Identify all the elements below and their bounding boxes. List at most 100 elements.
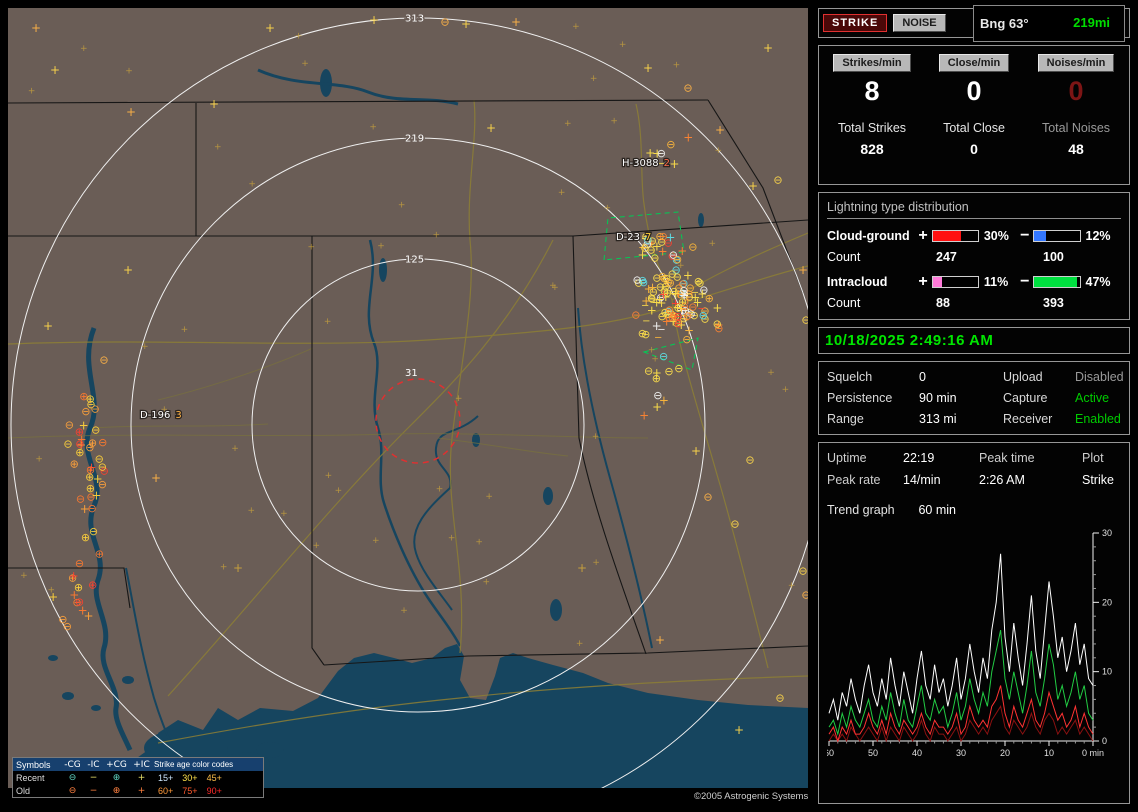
svg-text:⊖: ⊖ (683, 82, 692, 95)
svg-text:⊕: ⊕ (74, 581, 83, 594)
svg-text:+: + (651, 355, 659, 365)
strikes-per-min-value: 8 (864, 76, 880, 106)
svg-text:⊖: ⊖ (798, 565, 807, 578)
age-30: 30+ (182, 772, 198, 783)
svg-text:+: + (486, 121, 496, 135)
svg-text:⊖: ⊖ (63, 620, 72, 633)
svg-text:⊕: ⊕ (705, 292, 714, 305)
svg-text:+: + (324, 317, 332, 327)
svg-text:+: + (231, 444, 239, 454)
total-noises-value: 48 (1068, 141, 1084, 157)
svg-text:⊖: ⊖ (688, 241, 697, 254)
strikes-per-min-chip[interactable]: Strikes/min (833, 54, 911, 72)
ic-neg-count: 393 (1043, 296, 1064, 310)
svg-text:+: + (683, 131, 693, 145)
svg-text:10: 10 (1044, 748, 1054, 758)
map-panel[interactable]: 313 219 125 31 ⊖ + + ⊖ + ⊖ + ⊖ ⊖ ⊕ ⊖ ⊖ + ⊖ ⊖ ⊖ ⊖ ⊖ − ⊖ + + ⊖ ⊖ + ⊖ + ⊖… (8, 8, 808, 788)
total-strikes-label: Total Strikes (837, 121, 907, 135)
svg-text:+: + (763, 41, 773, 55)
map-canvas[interactable]: 31321912531 ⊖++⊖+⊖+ ⊖⊖⊕⊖⊖+⊖ ⊖⊖⊖⊖−⊖ ++⊖⊖+⊖+⊖… (8, 8, 808, 788)
svg-text:+: + (709, 239, 717, 249)
svg-text:+: + (643, 61, 653, 75)
range-value: 313 mi (919, 412, 957, 426)
svg-text:+: + (639, 408, 649, 422)
svg-text:+: + (369, 123, 377, 133)
svg-text:+: + (126, 105, 136, 119)
cloud-ground-label: Cloud-ground (827, 229, 910, 243)
svg-text:+: + (43, 319, 53, 333)
svg-text:20: 20 (1102, 597, 1112, 607)
svg-text:+: + (295, 32, 303, 42)
svg-text:⊖: ⊖ (98, 461, 107, 474)
old-pos-cg-glyph: ⊕ (112, 785, 121, 796)
app-window: 313 219 125 31 ⊖ + + ⊖ + ⊖ + ⊖ ⊖ ⊕ ⊖ ⊖ + ⊖ ⊖ ⊖ ⊖ ⊖ − ⊖ + + ⊖ ⊖ + ⊖ + ⊖… (0, 0, 1138, 812)
svg-text:+: + (604, 204, 612, 214)
svg-text:313: 313 (405, 14, 424, 25)
svg-text:+: + (35, 455, 43, 465)
svg-text:+: + (655, 633, 665, 647)
svg-text:+: + (577, 561, 587, 575)
svg-text:+: + (372, 536, 380, 546)
noise-indicator-button[interactable]: NOISE (893, 14, 946, 32)
old-pos-ic-glyph: + (137, 785, 146, 796)
close-per-min-chip[interactable]: Close/min (938, 54, 1010, 72)
svg-text:+: + (151, 471, 161, 485)
svg-text:+: + (313, 541, 321, 551)
svg-text:+: + (461, 17, 471, 31)
svg-text:+: + (220, 562, 228, 572)
svg-text:⊕: ⊕ (95, 548, 104, 561)
legend-col-pos-cg: +CG (106, 759, 127, 770)
svg-text:+: + (50, 63, 60, 77)
svg-text:⊖: ⊖ (75, 438, 84, 451)
noises-per-min-chip[interactable]: Noises/min (1037, 54, 1115, 72)
lightning-distribution-box: Lightning type distribution Cloud-ground… (818, 192, 1130, 320)
svg-text:+: + (712, 301, 722, 315)
trend-graph: 0 10 20 30 60 50 40 30 20 10 0 min (824, 525, 1123, 782)
bearing-distance-readout: Bng 63° 219mi (973, 4, 1125, 42)
bearing-value: Bng 63° (980, 15, 1029, 31)
svg-text:⊖: ⊖ (688, 300, 697, 313)
ic-pos-bar (931, 276, 979, 288)
peak-time-label: Peak time (979, 451, 1035, 465)
legend-recent-label: Recent (16, 772, 45, 783)
svg-text:⊖: ⊖ (85, 441, 94, 454)
ic-pos-count: 88 (936, 296, 950, 310)
stats-box: Uptime 22:19 Peak time Plot Peak rate 14/m… (818, 442, 1130, 804)
legend-symbols-header: Symbols (16, 759, 51, 770)
svg-text:⊖: ⊖ (87, 502, 96, 515)
svg-text:+: + (400, 606, 408, 616)
total-strikes-value: 828 (860, 141, 884, 157)
svg-text:⊕: ⊕ (678, 296, 687, 309)
ic-neg-pct: 47% (1085, 275, 1111, 289)
strike-indicator-button[interactable]: STRIKE (823, 14, 888, 32)
settings-box: Squelch 0 Upload Disabled Persistence 90… (818, 361, 1130, 435)
age-90: 90+ (206, 785, 222, 796)
distance-value: 219mi (1073, 14, 1110, 30)
svg-text:⊖: ⊖ (773, 174, 782, 187)
svg-text:+: + (572, 22, 580, 32)
svg-text:⊖: ⊖ (668, 311, 677, 324)
svg-text:+: + (590, 74, 598, 84)
svg-text:⊖: ⊖ (664, 365, 673, 378)
age-45: 45+ (206, 772, 222, 783)
intracloud-label: Intracloud (827, 275, 888, 289)
svg-text:+: + (564, 119, 572, 129)
cg-neg-count: 100 (1043, 250, 1064, 264)
svg-text:10: 10 (1102, 667, 1112, 677)
recent-neg-cg-glyph: ⊖ (68, 772, 77, 783)
svg-text:+: + (48, 586, 56, 596)
svg-text:+: + (798, 263, 808, 277)
basemap-layer (8, 8, 808, 788)
svg-text:+: + (20, 571, 28, 581)
squelch-value: 0 (919, 370, 926, 384)
svg-text:+: + (669, 157, 679, 171)
svg-text:+: + (455, 394, 463, 404)
svg-text:219: 219 (405, 134, 424, 145)
svg-text:⊖: ⊖ (81, 405, 90, 418)
svg-text:⊖: ⊖ (674, 362, 683, 375)
svg-text:⊖: ⊖ (65, 419, 74, 432)
persistence-label: Persistence (827, 391, 893, 405)
svg-text:0: 0 (1102, 736, 1107, 746)
upload-status: Disabled (1075, 370, 1124, 384)
svg-text:30: 30 (956, 748, 966, 758)
